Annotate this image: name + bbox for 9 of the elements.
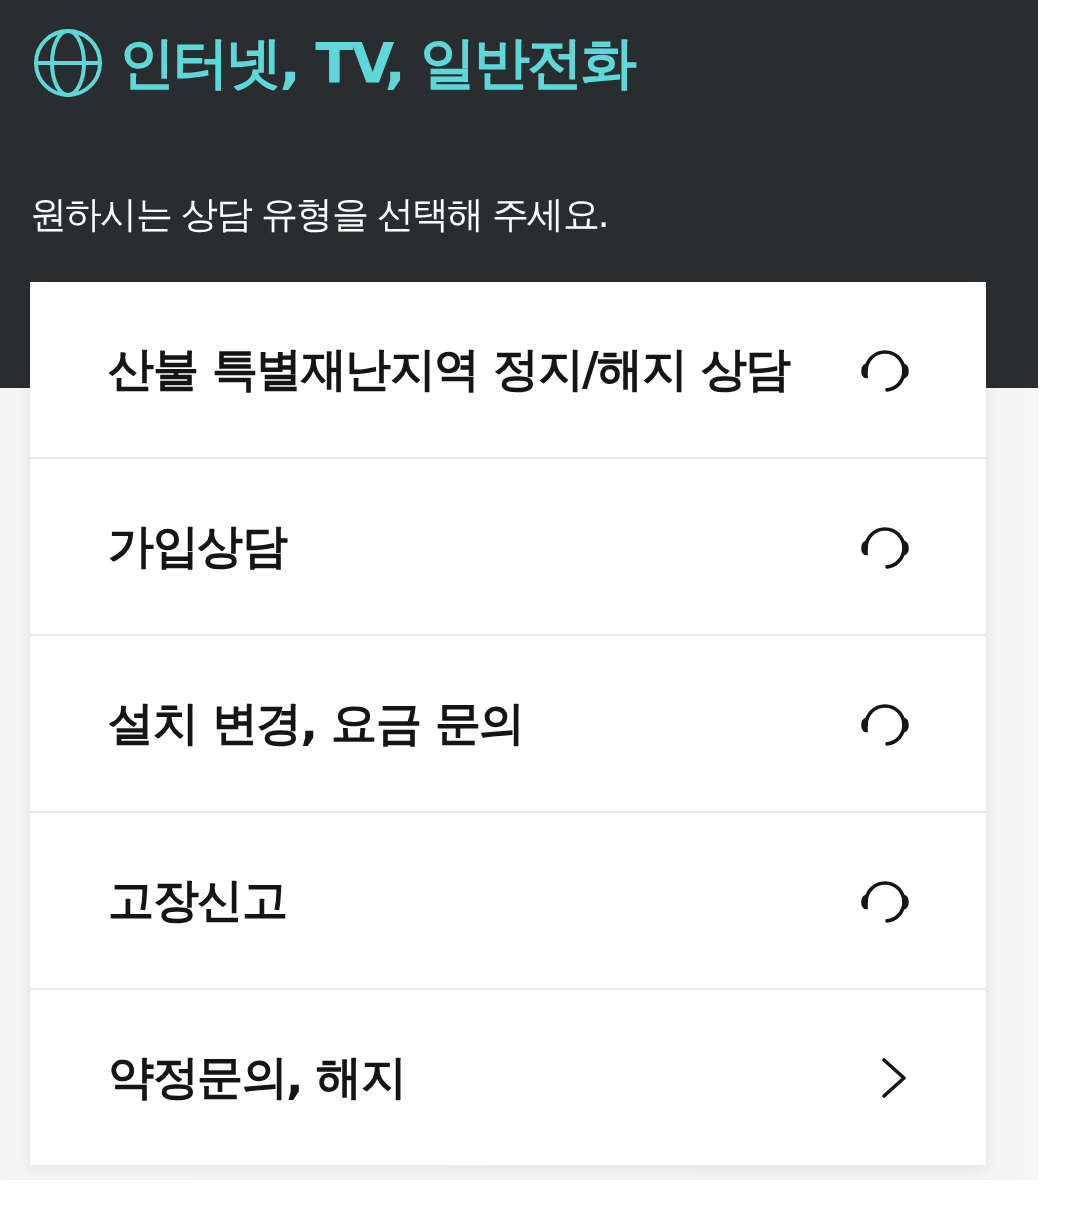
- menu-item[interactable]: 설치 변경, 요금 문의: [30, 634, 986, 811]
- page-subtitle: 원하시는 상담 유형을 선택해 주세요.: [30, 192, 609, 238]
- menu-item[interactable]: 산불 특별재난지역 정지/해지 상담: [30, 282, 986, 457]
- menu-item[interactable]: 가입상담: [30, 457, 986, 634]
- page-title: 인터넷, TV, 일반전화: [119, 32, 635, 94]
- menu-item[interactable]: 약정문의, 해지: [30, 988, 986, 1165]
- globe-icon: [33, 28, 103, 98]
- chevron-right-icon: [881, 1056, 907, 1099]
- menu-item[interactable]: 고장신고: [30, 811, 986, 988]
